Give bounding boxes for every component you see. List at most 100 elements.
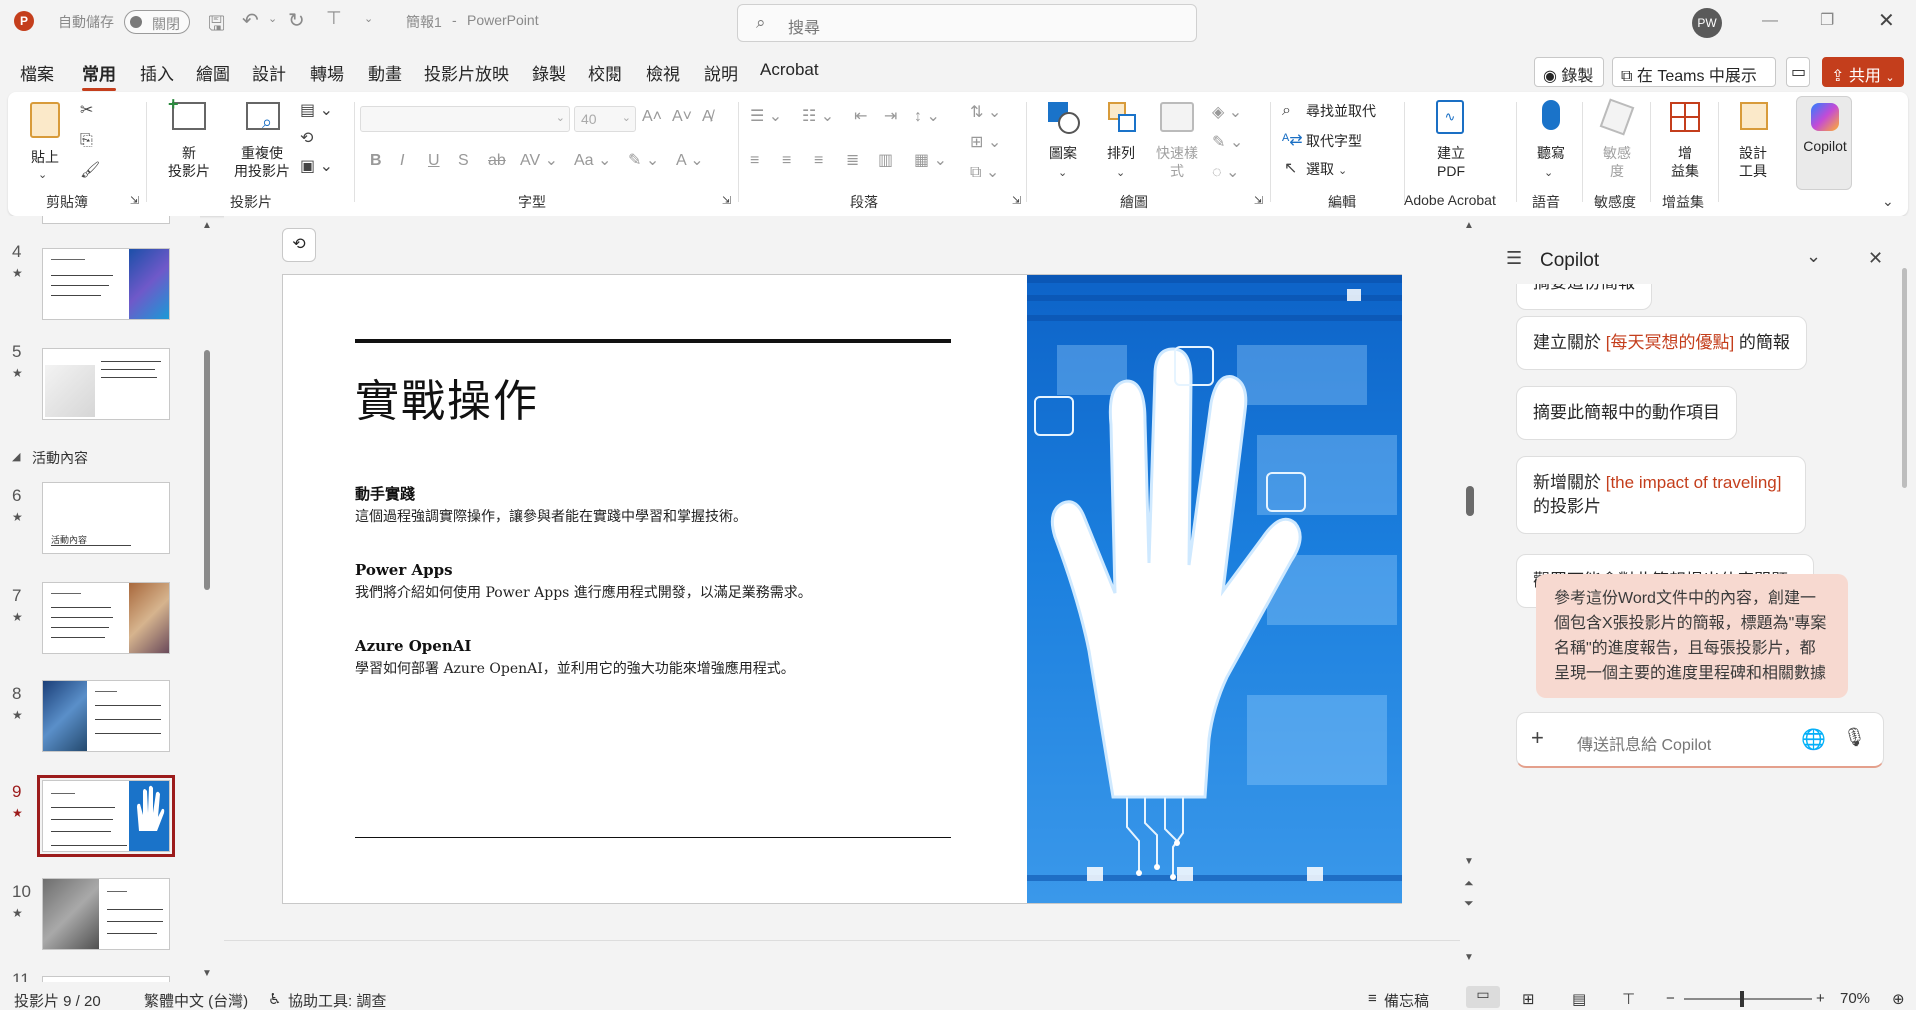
teams-present-button[interactable]: ⧉ 在 Teams 中展示: [1612, 57, 1776, 87]
section-icon[interactable]: ▣ ⌄: [300, 158, 333, 176]
slide-body[interactable]: 動手實踐 這個過程強調實際操作，讓參與者能在實踐中學習和掌握技術。 Power …: [355, 483, 951, 681]
char-spacing-icon[interactable]: AV ⌄: [520, 152, 558, 170]
numbering-icon[interactable]: ☷ ⌄: [802, 108, 834, 126]
slideshow-view-icon[interactable]: ⊤: [1622, 990, 1635, 1008]
slide-thumbnail-7[interactable]: [42, 582, 170, 654]
current-slide[interactable]: 實戰操作 動手實踐 這個過程強調實際操作，讓參與者能在實踐中學習和掌握技術。 P…: [282, 274, 1402, 904]
search-input[interactable]: ⌕ 搜尋: [737, 4, 1197, 42]
thumbnails-scrollbar-thumb[interactable]: [204, 350, 210, 590]
tab-acrobat[interactable]: Acrobat: [760, 60, 819, 80]
shapes-button[interactable]: 圖案 ⌄: [1034, 98, 1092, 188]
suggestion-action-items[interactable]: 摘要此簡報中的動作項目: [1516, 386, 1737, 440]
designer-button[interactable]: 設計 工具: [1726, 98, 1780, 188]
decrease-font-icon[interactable]: A˅: [672, 108, 692, 126]
editor-scrollbar-thumb[interactable]: [1466, 486, 1474, 516]
replace-font-icon[interactable]: ᴬ⇄: [1282, 132, 1303, 150]
close-icon[interactable]: ✕: [1878, 8, 1895, 33]
hand-image[interactable]: [1027, 275, 1402, 903]
language-indicator[interactable]: 繁體中文 (台灣): [144, 990, 248, 1010]
microphone-icon[interactable]: 🎙: [1843, 727, 1866, 748]
strikethrough-icon[interactable]: ab: [488, 152, 506, 170]
shape-effects-icon[interactable]: ◌ ⌄: [1212, 164, 1239, 182]
add-attachment-icon[interactable]: +: [1531, 725, 1544, 751]
scroll-up-icon[interactable]: ▲: [202, 220, 212, 231]
tab-view[interactable]: 檢視: [646, 60, 680, 85]
align-center-icon[interactable]: ≡: [782, 152, 791, 170]
dictate-button[interactable]: 聽寫 ⌄: [1524, 98, 1578, 188]
present-icon[interactable]: ⊤: [326, 8, 342, 29]
customize-qat-icon[interactable]: ⌄: [364, 12, 373, 25]
font-name-select[interactable]: ⌄: [360, 106, 570, 132]
tab-draw[interactable]: 繪圖: [196, 60, 230, 85]
zoom-slider[interactable]: [1684, 991, 1812, 1007]
suggestion-summarize[interactable]: 摘要這份簡報: [1516, 284, 1652, 310]
smartart-icon[interactable]: ⧉ ⌄: [970, 164, 999, 182]
font-launcher-icon[interactable]: ⇲: [722, 192, 731, 210]
tab-file[interactable]: 檔案: [20, 60, 54, 85]
increase-indent-icon[interactable]: ⇥: [884, 108, 897, 126]
tab-record[interactable]: 錄製: [532, 60, 566, 85]
create-pdf-button[interactable]: ∿ 建立 PDF: [1424, 98, 1478, 188]
clear-format-icon[interactable]: A̸: [702, 108, 713, 126]
layout-icon[interactable]: ▤ ⌄: [300, 102, 333, 120]
columns-icon[interactable]: ▦ ⌄: [914, 152, 947, 170]
arrange-button[interactable]: 排列 ⌄: [1096, 98, 1146, 188]
slide-thumbnail-9[interactable]: [37, 775, 175, 857]
select-cursor-icon[interactable]: ↖: [1284, 160, 1297, 178]
previous-slide-icon[interactable]: ⏶: [1464, 876, 1474, 891]
zoom-in-icon[interactable]: +: [1816, 990, 1825, 1007]
slide-title[interactable]: 實戰操作: [355, 365, 539, 429]
slide-thumbnail-6[interactable]: 活動內容: [42, 482, 170, 554]
align-text-icon[interactable]: ⊞ ⌄: [970, 134, 1001, 152]
save-icon[interactable]: 🖫: [208, 9, 225, 43]
tab-slideshow[interactable]: 投影片放映: [424, 60, 509, 85]
replace-label[interactable]: 取代字型: [1306, 132, 1362, 150]
copilot-input[interactable]: + 傳送訊息給 Copilot 🌐 🎙: [1516, 712, 1884, 768]
redo-icon[interactable]: ↻: [288, 8, 305, 33]
zoom-level[interactable]: 70%: [1840, 990, 1870, 1007]
tab-review[interactable]: 校閱: [588, 60, 622, 85]
scroll-down-icon[interactable]: ▼: [1464, 856, 1474, 867]
ribbon-expand-icon[interactable]: ⌄: [1882, 192, 1894, 210]
section-name[interactable]: 活動內容: [32, 448, 88, 468]
record-button[interactable]: ◉ 錄製: [1534, 57, 1604, 87]
undo-icon[interactable]: ↶: [242, 8, 259, 33]
distribute-icon[interactable]: ▥: [878, 152, 893, 170]
shape-outline-icon[interactable]: ✎ ⌄: [1212, 134, 1243, 152]
highlight-icon[interactable]: ✎ ⌄: [628, 152, 659, 170]
chevron-down-icon[interactable]: ⌄: [1806, 246, 1821, 267]
zoom-out-icon[interactable]: −: [1666, 990, 1675, 1007]
bold-icon[interactable]: B: [370, 152, 382, 170]
paragraph-launcher-icon[interactable]: ⇲: [1012, 192, 1021, 210]
italic-icon[interactable]: I: [400, 152, 404, 170]
restore-icon[interactable]: ❐: [1820, 10, 1834, 30]
copilot-scrollbar-thumb[interactable]: [1902, 268, 1907, 488]
scroll-down-icon[interactable]: ▼: [1464, 952, 1474, 963]
quick-styles-button[interactable]: 快速樣 式: [1150, 98, 1204, 188]
slide-sorter-icon[interactable]: ⊞: [1522, 990, 1535, 1008]
paste-button[interactable]: 貼上 ⌄: [26, 98, 66, 181]
copilot-float-button[interactable]: ⟲: [282, 228, 316, 262]
new-slide-button[interactable]: + 新 投影片: [156, 94, 222, 188]
increase-font-icon[interactable]: A˄: [642, 108, 662, 126]
cut-icon[interactable]: ✂: [80, 102, 93, 120]
fit-to-window-icon[interactable]: ⊕: [1892, 990, 1905, 1008]
share-button[interactable]: ⇪ 共用 ⌄: [1822, 57, 1904, 87]
change-case-icon[interactable]: Aa ⌄: [574, 152, 611, 170]
copilot-menu-icon[interactable]: ☰: [1506, 248, 1522, 269]
close-pane-icon[interactable]: ✕: [1868, 248, 1883, 269]
slide-thumbnail-4[interactable]: [42, 248, 170, 320]
comments-button[interactable]: ▭: [1786, 57, 1810, 87]
accessibility-icon[interactable]: ♿: [268, 990, 281, 1008]
notes-button[interactable]: 備忘稿: [1384, 990, 1429, 1010]
section-collapse-icon[interactable]: ◢: [12, 450, 20, 463]
decrease-indent-icon[interactable]: ⇤: [854, 108, 867, 126]
underline-icon[interactable]: U: [428, 152, 440, 170]
bullets-icon[interactable]: ☰ ⌄: [750, 108, 782, 126]
normal-view-button[interactable]: ▭: [1466, 986, 1500, 1008]
tab-help[interactable]: 說明: [704, 60, 738, 85]
autosave-toggle[interactable]: 關閉: [124, 10, 190, 34]
tab-home[interactable]: 常用: [82, 60, 116, 91]
align-left-icon[interactable]: ≡: [750, 152, 759, 170]
scroll-down-icon[interactable]: ▼: [202, 968, 212, 979]
